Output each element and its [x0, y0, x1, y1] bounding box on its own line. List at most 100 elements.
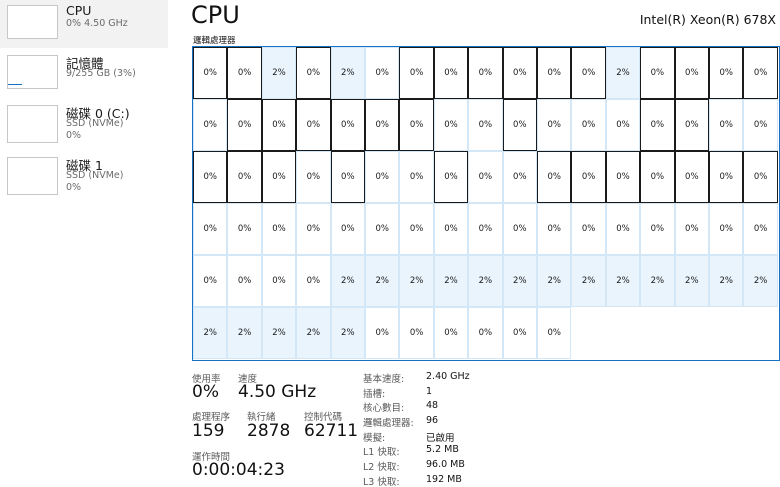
processor-cell: 0%	[537, 307, 572, 359]
processor-cell: 0%	[433, 47, 469, 99]
spec-virtualization-label: 模擬:	[363, 433, 386, 444]
spec-l1-cache-value: 5.2 MB	[426, 444, 459, 455]
disk-1-thumbnail	[7, 157, 58, 195]
sidebar-item-disk-1[interactable]: 磁碟 1 SSD (NVMe) 0%	[0, 152, 168, 204]
processor-cell: 0%	[502, 203, 537, 255]
processor-cell: 0%	[571, 203, 606, 255]
processor-cell: 0%	[365, 203, 400, 255]
spec-l3-cache-label: L3 快取:	[363, 477, 400, 487]
processor-cell: 0%	[640, 99, 675, 151]
sidebar-item-cpu[interactable]: CPU 0% 4.50 GHz	[0, 0, 168, 48]
sidebar-item-disk-0[interactable]: 磁碟 0 (C:) SSD (NVMe) 0%	[0, 100, 168, 152]
spec-base-speed-label: 基本速度:	[363, 374, 405, 385]
processor-cell: 0%	[709, 151, 744, 203]
sidebar: CPU 0% 4.50 GHz 記憶體 9/255 GB (3%) 磁碟 0 (…	[0, 0, 172, 487]
processes-value: 159	[192, 421, 225, 441]
processor-cell: 2%	[433, 255, 469, 307]
processor-cell: 0%	[193, 151, 228, 203]
processor-cell: 0%	[227, 255, 262, 307]
processor-cell: 0%	[296, 47, 331, 99]
processor-cell: 0%	[640, 151, 675, 203]
sidebar-item-usage: 0%	[66, 182, 82, 193]
processor-cell: 0%	[433, 151, 469, 203]
processor-cell: 0%	[365, 307, 400, 359]
processor-cell: 0%	[502, 307, 537, 359]
processor-cell: 0%	[399, 203, 434, 255]
processor-cell: 2%	[468, 255, 503, 307]
processor-cell: 0%	[537, 99, 572, 151]
processor-cell: 0%	[261, 255, 297, 307]
spec-l2-cache-value: 96.0 MB	[426, 459, 465, 470]
sidebar-item-memory[interactable]: 記憶體 9/255 GB (3%)	[0, 50, 168, 98]
sidebar-item-usage: 0%	[66, 130, 82, 141]
processor-cell: 0%	[709, 99, 744, 151]
spec-l2-cache-label: L2 快取:	[363, 462, 400, 473]
processor-cell: 0%	[640, 203, 675, 255]
processor-cell: 2%	[330, 307, 365, 359]
spec-l3-cache-value: 192 MB	[426, 474, 462, 485]
processor-cell: 0%	[674, 47, 709, 99]
processor-cell: 2%	[330, 255, 365, 307]
processor-cell: 0%	[537, 47, 572, 99]
processor-cell: 0%	[537, 151, 572, 203]
processor-cell: 0%	[502, 47, 537, 99]
processor-cell: 0%	[640, 47, 675, 99]
processor-cell: 0%	[399, 307, 434, 359]
processor-cell: 0%	[674, 151, 709, 203]
processor-cell: 0%	[743, 99, 778, 151]
spec-virtualization-value: 已啟用	[426, 433, 455, 444]
processor-cell: 0%	[743, 203, 778, 255]
processor-cell: 2%	[674, 255, 709, 307]
processor-cell: 2%	[296, 307, 331, 359]
processor-cell: 2%	[227, 307, 262, 359]
processor-cell: 0%	[193, 47, 228, 99]
processor-cell: 0%	[261, 203, 297, 255]
logical-processor-grid: 0% 0% 2% 0% 2% 0% 0% 0% 0% 0% 0% 0% 2% 0% 0% 0% 0% 0% 0% 0%…	[192, 46, 780, 361]
processor-cell: 0%	[743, 151, 778, 203]
processor-cell: 0%	[605, 99, 641, 151]
processor-cell: 0%	[571, 151, 606, 203]
processor-cell: 0%	[330, 151, 365, 203]
processor-cell: 0%	[433, 99, 469, 151]
processor-cell: 0%	[227, 151, 262, 203]
cpu-model-name: Intel(R) Xeon(R) 678X	[639, 12, 776, 27]
processor-cell: 0%	[296, 99, 331, 151]
processor-cell: 0%	[193, 99, 228, 151]
processor-cell: 0%	[468, 151, 503, 203]
processor-cell: 0%	[365, 47, 400, 99]
processor-cell: 0%	[605, 203, 641, 255]
processor-cell: 0%	[674, 99, 709, 151]
cpu-thumbnail	[7, 5, 58, 39]
processor-cell: 0%	[468, 307, 503, 359]
processor-cell: 0%	[399, 99, 434, 151]
processor-cell: 0%	[261, 151, 297, 203]
processor-cell: 0%	[502, 99, 537, 151]
processor-cell: 0%	[502, 151, 537, 203]
processor-cell: 2%	[399, 255, 434, 307]
processor-cell: 2%	[193, 307, 228, 359]
processor-cell: 2%	[261, 47, 297, 99]
sidebar-item-subtitle: 0% 4.50 GHz	[66, 18, 128, 29]
processor-cell: 2%	[743, 255, 778, 307]
processor-cell: 0%	[296, 151, 331, 203]
processor-cell: 0%	[674, 203, 709, 255]
sidebar-item-subtitle: 9/255 GB (3%)	[66, 68, 136, 79]
processor-cell: 0%	[296, 255, 331, 307]
processor-cell: 0%	[571, 99, 606, 151]
processor-cell: 2%	[709, 255, 744, 307]
logical-processors-label: 邏輯處理器	[193, 36, 236, 46]
processor-cell: 0%	[365, 99, 400, 151]
processor-cell: 0%	[261, 99, 297, 151]
processor-cell: 0%	[537, 203, 572, 255]
processor-cell: 0%	[330, 99, 365, 151]
processor-cell: 0%	[227, 203, 262, 255]
processor-cell: 0%	[296, 203, 331, 255]
processor-cell: 2%	[605, 255, 641, 307]
spec-l1-cache-label: L1 快取:	[363, 447, 400, 458]
processor-cell: 0%	[330, 203, 365, 255]
processor-cell: 0%	[433, 307, 469, 359]
speed-value: 4.50 GHz	[238, 382, 317, 402]
processor-cell: 0%	[399, 47, 434, 99]
processor-cell: 0%	[605, 151, 641, 203]
processor-cell: 0%	[468, 99, 503, 151]
